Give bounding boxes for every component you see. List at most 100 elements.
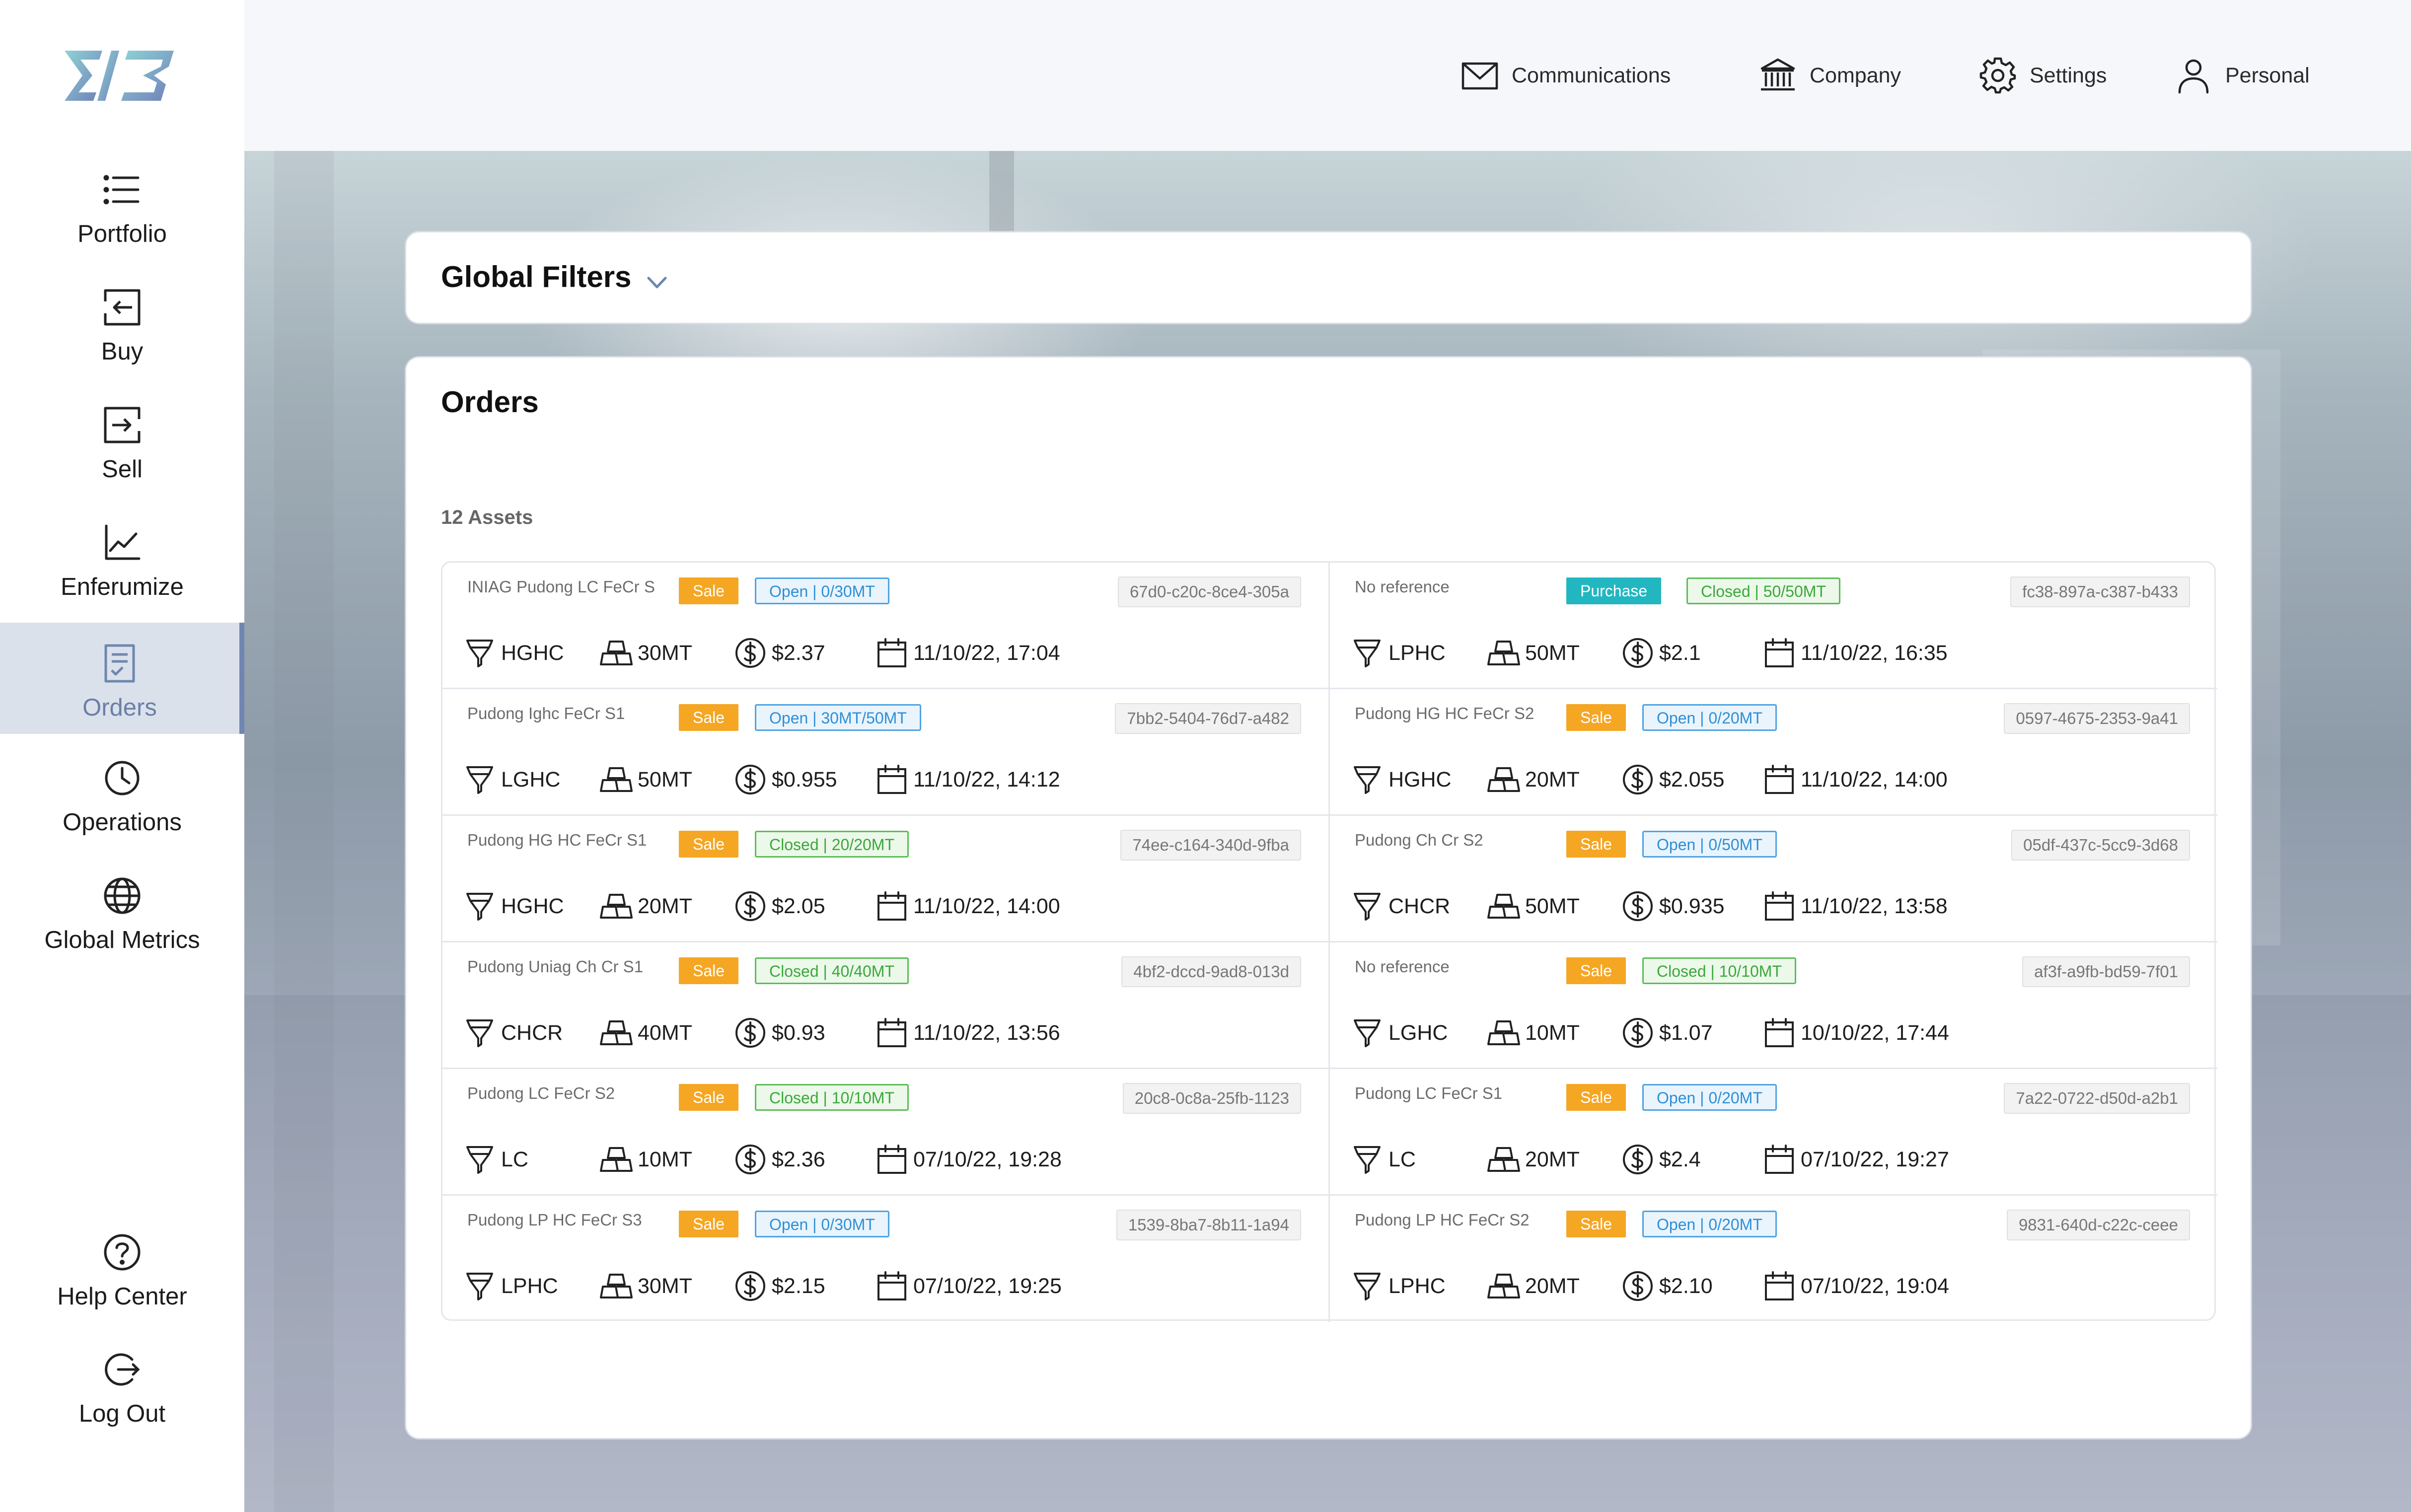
order-price-field: $2.15 [734,1268,825,1304]
nav-settings[interactable]: Settings [1979,55,2107,96]
order-card[interactable]: INIAG Pudong LC FeCr S Sale Open | 0/30MT 6… [442,563,1330,689]
sidebar-item-label: Enferumize [61,574,184,600]
global-filters-title[interactable]: Global Filters [441,260,631,294]
order-id: 20c8-0c8a-25fb-1123 [1122,1083,1301,1114]
calendar-icon [876,890,908,923]
dollar-circle-icon [734,637,767,669]
sidebar-item-label: Buy [101,338,144,365]
order-quantity-field: 10MT [600,1141,692,1178]
order-details-row: LGHC 10MT $1.07 10/10/22, 17:44 [1351,1014,2195,1051]
order-quantity: 20MT [638,894,692,918]
order-quantity: 50MT [1525,894,1580,918]
nav-communications[interactable]: Communications [1461,55,1671,96]
dollar-circle-icon [1621,763,1654,796]
calendar-icon [876,763,908,796]
order-quantity-field: 30MT [600,635,692,671]
sidebar-item-log-out[interactable]: Log Out [0,1329,244,1440]
sidebar-item-global-metrics[interactable]: Global Metrics [0,855,244,966]
order-price: $1.07 [1659,1020,1713,1045]
stacked-bars-icon [600,890,633,923]
order-type-badge: Sale [1566,704,1626,731]
order-grade: CHCR [501,1020,563,1045]
order-type-badge: Sale [679,704,739,731]
order-date-field: 11/10/22, 17:04 [876,635,1060,671]
order-grade-field: LPHC [1351,635,1446,671]
calendar-icon [876,637,908,669]
order-details-row: LPHC 50MT $2.1 11/10/22, 16:35 [1351,635,2195,671]
order-card[interactable]: Pudong HG HC FeCr S1 Sale Closed | 20/20MT… [442,816,1330,942]
order-id: 05df-437c-5cc9-3d68 [2011,830,2190,861]
order-price-field: $0.955 [734,761,837,798]
order-status-badge: Open | 0/20MT [1642,704,1777,731]
asset-count: 12 Assets [441,506,533,528]
nav-company-label: Company [1810,63,1901,87]
order-quantity-field: 50MT [600,761,692,798]
calendar-icon [1763,637,1796,669]
order-grade-field: HGHC [1351,761,1452,798]
order-type-badge: Sale [1566,1084,1626,1111]
sidebar-item-sell[interactable]: Sell [0,384,244,496]
order-card[interactable]: Pudong LP HC FeCr S3 Sale Open | 0/30MT 153… [442,1196,1330,1322]
sidebar-item-operations[interactable]: Operations [0,737,244,849]
order-card[interactable]: No reference Sale Closed | 10/10MT af3f-a9f… [1330,942,2217,1069]
order-date: 07/10/22, 19:04 [1801,1274,1949,1298]
order-quantity-field: 20MT [600,888,692,925]
stacked-bars-icon [600,1016,633,1049]
stacked-bars-icon [1487,1016,1520,1049]
order-price-field: $2.10 [1621,1268,1713,1304]
order-card[interactable]: Pudong LP HC FeCr S2 Sale Open | 0/20MT 983… [1330,1196,2217,1322]
order-reference: Pudong LP HC FeCr S2 [1355,1211,1530,1229]
order-quantity: 40MT [638,1020,692,1045]
order-card[interactable]: Pudong LC FeCr S1 Sale Open | 0/20MT 7a22-0… [1330,1069,2217,1196]
order-date: 07/10/22, 19:28 [913,1147,1062,1171]
order-reference: Pudong LC FeCr S2 [467,1084,615,1102]
brand-logo[interactable] [64,50,179,102]
nav-personal-label: Personal [2225,63,2310,87]
sidebar-item-buy[interactable]: Buy [0,267,244,378]
order-date: 11/10/22, 14:00 [1801,767,1948,792]
order-details-row: LC 20MT $2.4 07/10/22, 19:27 [1351,1141,2195,1178]
stacked-bars-icon [1487,763,1520,796]
order-card[interactable]: Pudong Uniag Ch Cr S1 Sale Closed | 40/40M… [442,942,1330,1069]
funnel-icon [1351,1016,1384,1049]
order-card[interactable]: Pudong HG HC FeCr S2 Sale Open | 0/20MT 059… [1330,689,2217,816]
order-details-row: HGHC 20MT $2.055 11/10/22, 14:00 [1351,761,2195,798]
chevron-down-icon[interactable] [644,269,670,296]
order-date: 11/10/22, 17:04 [913,641,1060,665]
order-type-badge: Sale [1566,831,1626,858]
sidebar-item-enferumize[interactable]: Enferumize [0,502,244,613]
global-filters-panel[interactable]: Global Filters [406,232,2251,323]
stacked-bars-icon [600,763,633,796]
nav-communications-label: Communications [1512,63,1671,87]
order-price-field: $2.37 [734,635,825,671]
order-card[interactable]: Pudong Ighc FeCr S1 Sale Open | 30MT/50MT 7… [442,689,1330,816]
order-type-badge: Sale [679,831,739,858]
nav-company[interactable]: Company [1759,55,1901,96]
order-card[interactable]: No reference Purchase Closed | 50/50MT fc38… [1330,563,2217,689]
sidebar-item-portfolio[interactable]: Portfolio [0,149,244,260]
order-id: 0597-4675-2353-9a41 [2004,703,2190,734]
nav-personal[interactable]: Personal [2175,55,2310,96]
order-price-field: $2.055 [1621,761,1725,798]
line-chart-icon [101,522,143,564]
order-date-field: 11/10/22, 14:00 [876,888,1060,925]
order-type-badge: Sale [1566,957,1626,984]
order-details-row: HGHC 30MT $2.37 11/10/22, 17:04 [463,635,1308,671]
order-quantity-field: 20MT [1487,1141,1580,1178]
buy-arrow-in-icon [101,287,143,328]
order-quantity: 50MT [1525,641,1580,665]
calendar-icon [1763,1143,1796,1176]
order-type-badge: Sale [679,1084,739,1111]
sidebar-item-label: Help Center [57,1283,187,1310]
sidebar-item-help-center[interactable]: Help Center [0,1212,244,1323]
dollar-circle-icon [1621,1270,1654,1302]
stacked-bars-icon [1487,1143,1520,1176]
funnel-icon [463,890,496,923]
order-reference: Pudong LC FeCr S1 [1355,1084,1503,1102]
sidebar-item-orders[interactable]: Orders [0,623,244,734]
calendar-icon [876,1270,908,1302]
order-card[interactable]: Pudong LC FeCr S2 Sale Closed | 10/10MT 20c… [442,1069,1330,1196]
order-card[interactable]: Pudong Ch Cr S2 Sale Open | 0/50MT 05df-437… [1330,816,2217,942]
order-date-field: 11/10/22, 13:58 [1763,888,1948,925]
order-date-field: 11/10/22, 14:12 [876,761,1060,798]
